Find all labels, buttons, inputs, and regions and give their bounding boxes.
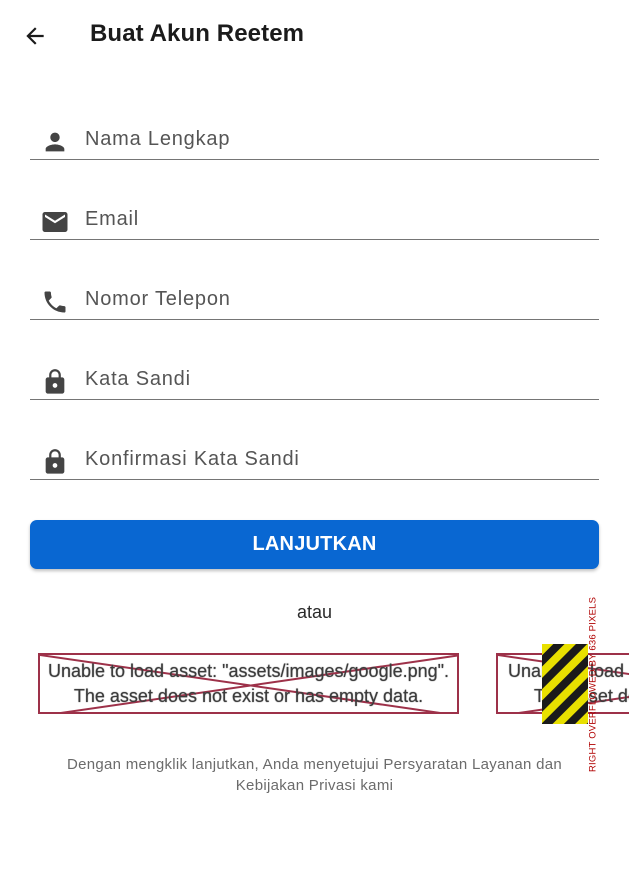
email-placeholder: Email bbox=[85, 208, 140, 230]
google-signin-button[interactable]: Unable to load asset: "assets/images/goo… bbox=[38, 653, 459, 714]
app-bar: Buat Akun Reetem bbox=[0, 0, 629, 72]
asset-error-message: Unable to load asset: "assets/images/goo… bbox=[47, 661, 450, 706]
person-icon bbox=[40, 127, 70, 157]
email-field[interactable]: Email bbox=[30, 160, 599, 240]
full-name-field[interactable]: Nama Lengkap bbox=[30, 80, 599, 160]
or-divider-label: atau bbox=[296, 602, 333, 622]
continue-button[interactable]: LANJUTKAN bbox=[30, 520, 599, 569]
confirm-password-placeholder: Konfirmasi Kata Sandi bbox=[85, 448, 300, 470]
confirm-password-field[interactable]: Konfirmasi Kata Sandi bbox=[30, 400, 599, 480]
phone-field[interactable]: Nomor Telepon bbox=[30, 240, 599, 320]
password-field[interactable]: Kata Sandi bbox=[30, 320, 599, 400]
phone-placeholder: Nomor Telepon bbox=[85, 288, 231, 310]
overflow-warning-stripes bbox=[542, 644, 588, 724]
mail-icon bbox=[40, 207, 70, 237]
lock-icon bbox=[40, 367, 70, 397]
overflow-warning-label: RIGHT OVERFLOWED BY 636 PIXELS bbox=[587, 596, 599, 772]
full-name-placeholder: Nama Lengkap bbox=[85, 128, 231, 150]
phone-icon bbox=[40, 287, 70, 317]
arrow-left-icon bbox=[26, 27, 44, 45]
password-placeholder: Kata Sandi bbox=[85, 368, 191, 390]
back-button[interactable] bbox=[16, 17, 54, 55]
terms-text: Dengan mengklik lanjutkan, Anda menyetuj… bbox=[66, 756, 563, 794]
lock-icon bbox=[40, 447, 70, 477]
page-title: Buat Akun Reetem bbox=[90, 20, 305, 47]
